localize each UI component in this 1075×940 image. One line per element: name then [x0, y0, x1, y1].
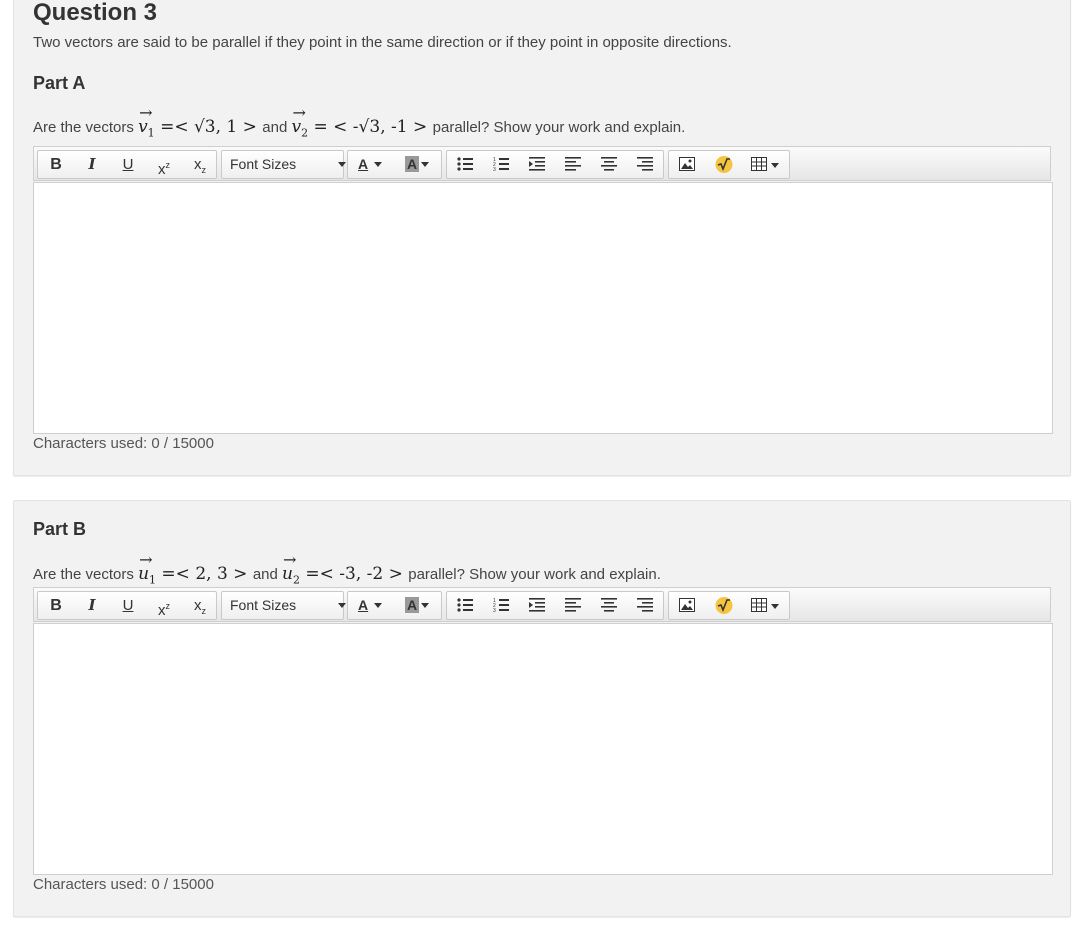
part-a-title: Part A: [33, 73, 86, 93]
text-color-button[interactable]: A: [348, 592, 388, 619]
subscript-icon: xz: [194, 597, 206, 616]
superscript-button[interactable]: xz: [146, 151, 182, 178]
font-sizes-label: Font Sizes: [230, 597, 297, 613]
part-a-prompt: Are the vectors → v1 =< √3, 1 > and → v2 =…: [33, 103, 686, 140]
superscript-icon: xz: [158, 160, 170, 178]
underline-icon: U: [122, 156, 134, 173]
vector-u2-value: =< -3, -2 >: [305, 564, 403, 584]
prompt-text-post: parallel? Show your work and explain.: [432, 119, 686, 136]
indent-icon[interactable]: [529, 598, 545, 612]
numbered-list-icon[interactable]: 123: [493, 598, 509, 612]
text-color-icon: A: [358, 597, 369, 613]
bold-button[interactable]: B: [38, 151, 74, 178]
vector-u1: → u1 =< 2, 3 >: [138, 550, 248, 587]
chevron-down-icon[interactable]: [771, 163, 779, 168]
answer-editor-part-a[interactable]: [33, 182, 1053, 434]
chevron-down-icon: [338, 603, 346, 608]
superscript-button[interactable]: xz: [146, 592, 182, 619]
image-icon[interactable]: [679, 598, 695, 612]
align-center-icon[interactable]: [601, 598, 617, 612]
text-color-icon: A: [358, 156, 369, 172]
chevron-down-icon: [374, 603, 382, 608]
background-color-button[interactable]: A: [395, 592, 435, 619]
align-right-icon[interactable]: [637, 598, 653, 612]
subscript-button[interactable]: xz: [182, 151, 218, 178]
insert-group: [668, 150, 790, 179]
characters-used-counter: Characters used: 0 / 15000: [33, 435, 214, 452]
italic-button[interactable]: I: [74, 592, 110, 619]
align-left-icon[interactable]: [565, 598, 581, 612]
align-right-icon[interactable]: [637, 157, 653, 171]
list-align-group: 123: [446, 591, 664, 620]
chevron-down-icon[interactable]: [771, 604, 779, 609]
editor-toolbar: B I U xz xz Font Sizes A A 123: [33, 146, 1051, 181]
italic-button[interactable]: I: [74, 151, 110, 178]
subscript-button[interactable]: xz: [182, 592, 218, 619]
background-color-icon: A: [405, 597, 420, 613]
bold-icon: B: [50, 156, 62, 173]
prompt-text-pre: Are the vectors: [33, 566, 134, 583]
vector-u2: → u2 =< -3, -2 >: [282, 550, 403, 587]
characters-used-counter: Characters used: 0 / 15000: [33, 876, 214, 893]
align-center-icon[interactable]: [601, 157, 617, 171]
bold-icon: B: [50, 597, 62, 614]
image-icon[interactable]: [679, 157, 695, 171]
background-color-button[interactable]: A: [395, 151, 435, 178]
indent-icon[interactable]: [529, 157, 545, 171]
color-group: A A: [347, 591, 442, 620]
superscript-icon: xz: [158, 601, 170, 619]
prompt-and: and: [252, 566, 278, 583]
chevron-down-icon: [338, 162, 346, 167]
background-color-icon: A: [405, 156, 420, 172]
font-size-select[interactable]: Font Sizes: [221, 150, 346, 179]
math-formula-icon[interactable]: [715, 156, 733, 173]
chevron-down-icon: [374, 162, 382, 167]
vector-v2: → v2 = < -√3, -1 >: [291, 103, 428, 140]
text-color-button[interactable]: A: [348, 151, 388, 178]
chevron-down-icon: [421, 603, 429, 608]
numbered-list-icon[interactable]: 123: [493, 157, 509, 171]
underline-icon: U: [122, 597, 134, 614]
bulleted-list-icon[interactable]: [457, 598, 473, 612]
italic-icon: I: [88, 596, 96, 614]
table-icon[interactable]: [751, 598, 767, 612]
font-sizes-dropdown[interactable]: Font Sizes: [230, 151, 346, 178]
color-group: A A: [347, 150, 442, 179]
part-b-title: Part B: [33, 519, 87, 539]
prompt-text-pre: Are the vectors: [33, 119, 134, 136]
vector-u1-value: =< 2, 3 >: [161, 564, 248, 584]
align-left-icon[interactable]: [565, 157, 581, 171]
question-card-part-a: Question 3 Two vectors are said to be pa…: [13, 0, 1071, 476]
subscript-icon: xz: [194, 156, 206, 175]
insert-group: [668, 591, 790, 620]
part-b-prompt: Are the vectors → u1 =< 2, 3 > and → u2 =<…: [33, 550, 661, 587]
vector-v2-value: = < -√3, -1 >: [313, 117, 428, 137]
list-align-group: 123: [446, 150, 664, 179]
italic-icon: I: [88, 155, 96, 173]
font-sizes-label: Font Sizes: [230, 156, 297, 172]
bold-button[interactable]: B: [38, 592, 74, 619]
vector-v1: → v1 =< √3, 1 >: [138, 103, 257, 140]
vector-v1-value: =< √3, 1 >: [160, 117, 257, 137]
math-formula-icon[interactable]: [715, 597, 733, 614]
prompt-text-post: parallel? Show your work and explain.: [408, 566, 661, 583]
question-description: Two vectors are said to be parallel if t…: [33, 34, 732, 51]
bulleted-list-icon[interactable]: [457, 157, 473, 171]
format-group: B I U xz xz: [37, 150, 217, 179]
question-title: Question 3: [33, 0, 158, 26]
editor-toolbar: B I U xz xz Font Sizes A A 123: [33, 587, 1051, 622]
chevron-down-icon: [421, 162, 429, 167]
svg-text:3: 3: [493, 608, 496, 612]
prompt-and: and: [262, 119, 288, 136]
answer-editor-part-b[interactable]: [33, 623, 1053, 875]
format-group: B I U xz xz: [37, 591, 217, 620]
font-sizes-dropdown[interactable]: Font Sizes: [230, 592, 346, 619]
underline-button[interactable]: U: [110, 151, 146, 178]
underline-button[interactable]: U: [110, 592, 146, 619]
question-card-part-b: Part B Are the vectors → u1 =< 2, 3 > and…: [13, 500, 1071, 917]
svg-text:3: 3: [493, 167, 496, 171]
table-icon[interactable]: [751, 157, 767, 171]
font-size-select[interactable]: Font Sizes: [221, 591, 346, 620]
